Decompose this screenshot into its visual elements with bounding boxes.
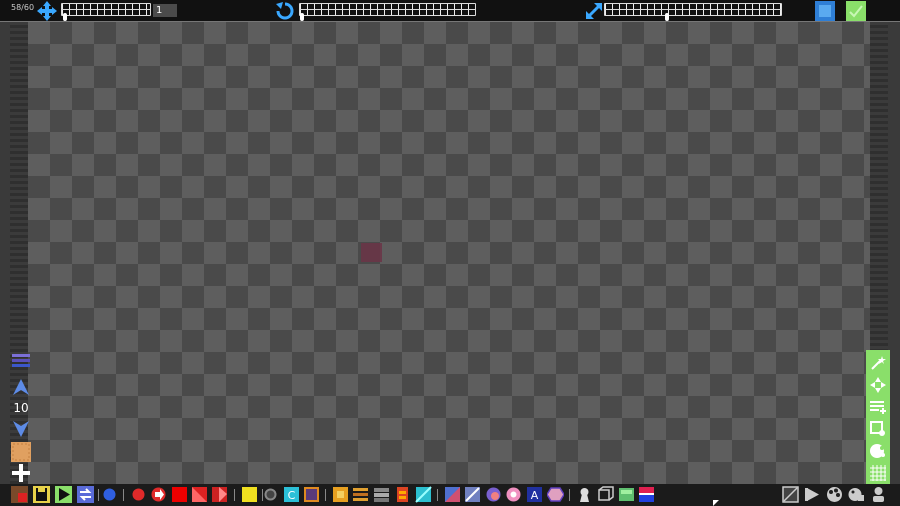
circle-tool-button[interactable] bbox=[101, 486, 118, 503]
svg-text:C: C bbox=[288, 489, 296, 502]
crop-icon bbox=[870, 421, 885, 436]
gray-circle-button[interactable] bbox=[262, 486, 279, 503]
move-icon bbox=[37, 1, 57, 21]
scale-slider[interactable] bbox=[604, 3, 782, 16]
layers-add-icon bbox=[870, 401, 886, 414]
crosshair-icon bbox=[870, 377, 886, 393]
stripes-button[interactable] bbox=[352, 486, 369, 503]
orange-frame-button[interactable] bbox=[303, 486, 320, 503]
sprite-object[interactable] bbox=[361, 243, 382, 262]
scale-icon bbox=[586, 3, 602, 19]
blend-circle-button[interactable] bbox=[485, 486, 502, 503]
move-slider-knob[interactable] bbox=[63, 13, 67, 21]
center-button[interactable] bbox=[868, 375, 888, 395]
red-square-button[interactable] bbox=[171, 486, 188, 503]
color-palette-button[interactable] bbox=[826, 486, 843, 503]
palette-edit-button[interactable] bbox=[848, 486, 865, 503]
3d-cube-button[interactable] bbox=[597, 486, 614, 503]
media-button[interactable] bbox=[804, 486, 821, 503]
selection-icon bbox=[11, 442, 31, 462]
project-icon[interactable] bbox=[11, 486, 28, 503]
water-button[interactable] bbox=[638, 486, 655, 503]
red-diagonal-button[interactable] bbox=[191, 486, 208, 503]
fps-counter: 58/60 bbox=[11, 3, 35, 12]
save-button[interactable] bbox=[33, 486, 50, 503]
layer-down-button[interactable] bbox=[10, 418, 32, 440]
red-stack-button[interactable] bbox=[394, 486, 411, 503]
plus-icon bbox=[12, 464, 30, 482]
transform-box-button[interactable] bbox=[815, 1, 835, 21]
mouse-cursor bbox=[713, 500, 719, 506]
brick-button[interactable] bbox=[373, 486, 390, 503]
palette-icon bbox=[870, 444, 885, 458]
move-value-field[interactable]: 1 bbox=[153, 4, 177, 17]
layers-button[interactable] bbox=[10, 350, 32, 372]
red-arrow-button[interactable] bbox=[150, 486, 167, 503]
separator bbox=[569, 489, 570, 501]
user-button[interactable] bbox=[870, 486, 887, 503]
selection-button[interactable] bbox=[10, 441, 32, 463]
gradient-button[interactable] bbox=[444, 486, 461, 503]
separator bbox=[123, 489, 124, 501]
hexagon-button[interactable] bbox=[547, 486, 564, 503]
crop-button[interactable] bbox=[868, 419, 888, 439]
slash-button[interactable] bbox=[464, 486, 481, 503]
red-circle-button[interactable] bbox=[130, 486, 147, 503]
undo-redo-button[interactable] bbox=[77, 486, 94, 503]
green-block-button[interactable] bbox=[618, 486, 635, 503]
yellow-square-button[interactable] bbox=[241, 486, 258, 503]
separator bbox=[325, 489, 326, 501]
keyhole-button[interactable] bbox=[576, 486, 593, 503]
rotate-icon bbox=[276, 2, 294, 20]
scale-slider-knob[interactable] bbox=[665, 13, 669, 21]
cyan-c-button[interactable]: C bbox=[283, 486, 300, 503]
confirm-transform-button[interactable] bbox=[846, 1, 866, 21]
layer-number: 10 bbox=[13, 401, 29, 415]
separator bbox=[234, 489, 235, 501]
palette-button[interactable] bbox=[868, 441, 888, 461]
drawing-canvas[interactable] bbox=[28, 22, 870, 484]
rotate-slider-knob[interactable] bbox=[300, 13, 304, 21]
move-slider[interactable] bbox=[61, 3, 151, 16]
cyan-pattern-button[interactable] bbox=[415, 486, 432, 503]
rotate-slider[interactable] bbox=[299, 3, 476, 16]
layers-icon bbox=[12, 354, 30, 367]
a-frame-button[interactable]: A bbox=[526, 486, 543, 503]
magic-wand-icon bbox=[871, 356, 886, 370]
top-toolbar: 58/60 1 bbox=[0, 0, 900, 22]
arrow-down-icon bbox=[13, 421, 29, 437]
orange-tile-button[interactable] bbox=[332, 486, 349, 503]
canvas-frame-button[interactable] bbox=[782, 486, 799, 503]
magic-wand-button[interactable] bbox=[868, 353, 888, 373]
layer-up-button[interactable] bbox=[10, 376, 32, 398]
svg-text:A: A bbox=[531, 489, 539, 502]
grid-button[interactable] bbox=[868, 463, 888, 483]
red-half-button[interactable] bbox=[211, 486, 228, 503]
pink-circle-button[interactable] bbox=[505, 486, 522, 503]
arrow-up-icon bbox=[13, 379, 29, 395]
separator bbox=[98, 489, 99, 501]
grid-icon bbox=[870, 465, 886, 481]
add-layer-button[interactable] bbox=[868, 397, 888, 417]
separator bbox=[437, 489, 438, 501]
play-button[interactable] bbox=[55, 486, 72, 503]
add-button[interactable] bbox=[10, 462, 32, 484]
